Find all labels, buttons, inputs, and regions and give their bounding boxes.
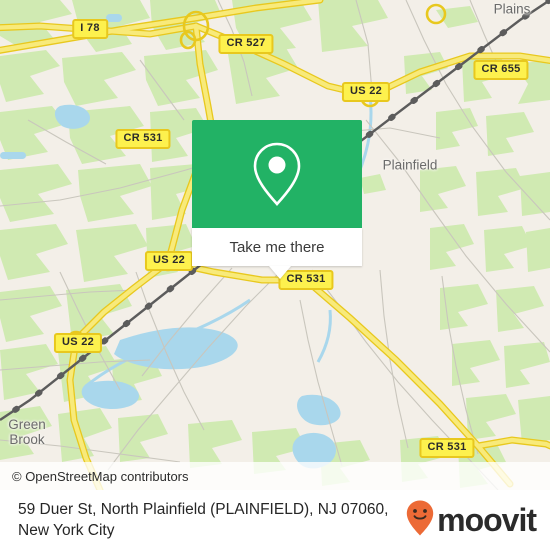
location-callout-card[interactable]: Take me there [192,120,362,279]
callout-pointer-tail [269,266,291,279]
osm-attribution-text[interactable]: © OpenStreetMap contributors [0,469,189,484]
take-me-there-label: Take me there [229,238,325,256]
place-label-plainfield: Plainfield [382,157,438,173]
map-pin-icon [246,138,308,210]
moovit-pin-smiley-icon [405,499,435,542]
road-shield[interactable]: US 22 [53,333,103,353]
moovit-wordmark: moovit [437,502,537,538]
road-shield[interactable]: CR 527 [218,34,274,54]
moovit-map-screen: I 78 CR 527 CR 655 US 22 CR 531 US 22 CR… [0,0,550,550]
moovit-logo[interactable]: moovit [405,499,537,542]
place-label-plains: Plains [493,1,531,17]
map-attribution-bar: © OpenStreetMap contributors [0,462,550,490]
road-shield[interactable]: US 22 [144,251,194,271]
road-shield[interactable]: I 78 [72,19,108,39]
place-label-green-brook: Green Brook [8,417,46,447]
take-me-there-button[interactable]: Take me there [192,228,362,266]
callout-header [192,120,362,228]
road-shield[interactable]: US 22 [341,82,391,102]
footer-bar: 59 Duer St, North Plainfield (PLAINFIELD… [0,490,550,550]
address-text: 59 Duer St, North Plainfield (PLAINFIELD… [18,501,389,539]
road-shield[interactable]: CR 531 [419,438,475,458]
road-shield[interactable]: CR 655 [473,60,529,80]
road-shield[interactable]: CR 531 [115,129,171,149]
map-canvas[interactable]: I 78 CR 527 CR 655 US 22 CR 531 US 22 CR… [0,0,550,490]
